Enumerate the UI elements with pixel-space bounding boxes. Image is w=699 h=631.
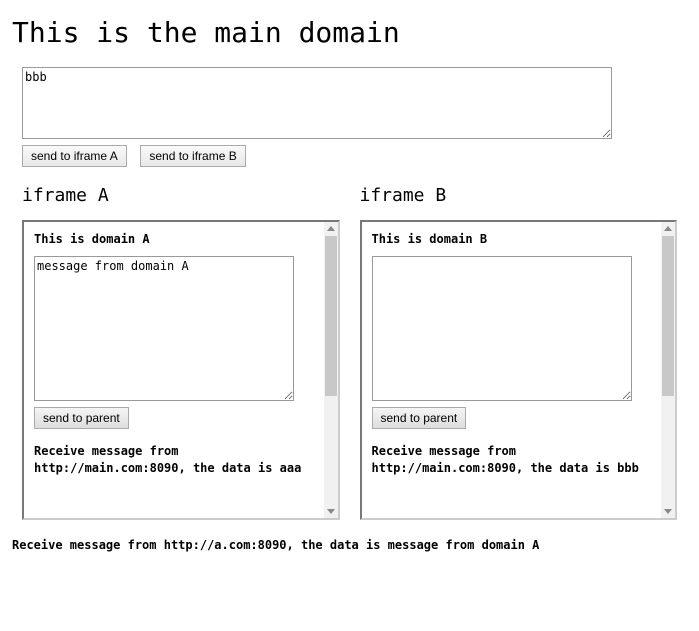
iframe-a-box: This is domain A send to parent Receive … (22, 220, 340, 520)
iframe-a-receive-message: Receive message from http://main.com:809… (34, 443, 314, 477)
scroll-up-icon (664, 226, 672, 231)
main-button-row: send to iframe A send to iframe B (22, 145, 687, 167)
iframe-a-button-row: send to parent (34, 407, 324, 429)
iframe-a-title: This is domain A (34, 232, 324, 246)
iframe-b-receive-message: Receive message from http://main.com:809… (372, 443, 652, 477)
main-receive-message: Receive message from http://a.com:8090, … (12, 538, 687, 552)
iframe-b-scrollbar[interactable] (661, 222, 675, 518)
iframe-a-label: iframe A (22, 185, 340, 206)
iframe-b-box: This is domain B send to parent Receive … (360, 220, 678, 520)
iframe-b-textarea[interactable] (372, 256, 632, 401)
send-iframe-a-button[interactable]: send to iframe A (22, 145, 127, 167)
scrollbar-thumb[interactable] (325, 236, 337, 396)
iframe-a-scrollbar[interactable] (324, 222, 338, 518)
scrollbar-thumb[interactable] (662, 236, 674, 396)
iframe-a-send-parent-button[interactable]: send to parent (34, 407, 129, 429)
scroll-up-icon (327, 226, 335, 231)
iframe-b-column: iframe B This is domain B send to parent… (350, 175, 688, 520)
iframe-b-send-parent-button[interactable]: send to parent (372, 407, 467, 429)
iframe-b-button-row: send to parent (372, 407, 662, 429)
iframe-a-textarea[interactable] (34, 256, 294, 401)
scroll-down-icon (327, 509, 335, 514)
page-heading: This is the main domain (12, 16, 687, 49)
iframe-row: iframe A This is domain A send to parent… (12, 175, 687, 520)
scroll-down-icon (664, 509, 672, 514)
iframe-b-label: iframe B (360, 185, 678, 206)
iframe-b-title: This is domain B (372, 232, 662, 246)
main-textarea[interactable] (22, 67, 612, 139)
iframe-a-column: iframe A This is domain A send to parent… (12, 175, 350, 520)
send-iframe-b-button[interactable]: send to iframe B (140, 145, 245, 167)
